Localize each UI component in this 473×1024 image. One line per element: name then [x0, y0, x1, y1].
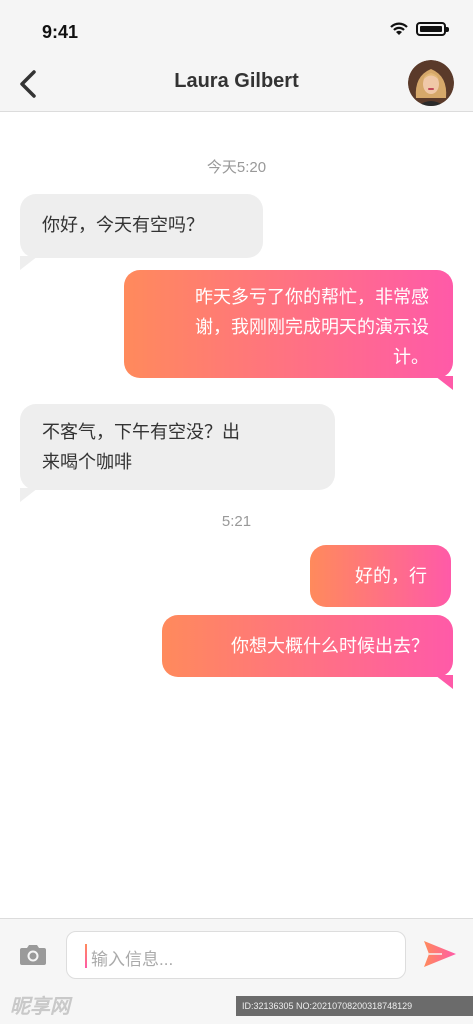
message-line: 好的，行 [355, 566, 427, 586]
input-placeholder: 输入信息... [91, 950, 174, 969]
send-icon[interactable] [422, 939, 458, 969]
bubble-tail [20, 488, 38, 502]
message-line: 不客气，下午有空没？出 [42, 422, 240, 442]
message-line: 来喝个咖啡 [42, 452, 132, 472]
timestamp: 今天5:20 [206, 159, 267, 176]
status-bar: 9:41 [0, 0, 473, 56]
message-line: 你想大概什么时候出去？ [231, 636, 429, 656]
message-line: 你好，今天有空吗？ [42, 215, 204, 235]
avatar[interactable] [408, 60, 454, 106]
nav-bar: Laura Gilbert [0, 56, 473, 112]
text-caret [85, 944, 87, 968]
message-bubble-outgoing: 昨天多亏了你的帮忙，非常感 谢，我刚刚完成明天的演示设 计。 [124, 270, 453, 378]
watermark-id: ID:32136305 NO:20210708200318748129 [236, 996, 473, 1016]
camera-icon[interactable] [18, 943, 48, 967]
timestamp: 5:21 [221, 513, 252, 530]
message-line: 计。 [393, 347, 429, 367]
message-input[interactable]: 输入信息... [66, 931, 406, 979]
message-line: 谢，我刚刚完成明天的演示设 [195, 317, 429, 337]
message-line: 昨天多亏了你的帮忙，非常感 [195, 287, 429, 307]
bubble-tail [435, 376, 453, 390]
message-bubble-incoming: 你好，今天有空吗？ [20, 194, 263, 258]
battery-icon [416, 22, 449, 36]
bubble-tail [435, 675, 453, 689]
message-bubble-incoming: 不客气，下午有空没？出 来喝个咖啡 [20, 404, 335, 490]
status-time: 9:41 [42, 22, 79, 42]
wifi-icon [390, 22, 408, 35]
contact-name: Laura Gilbert [174, 70, 299, 92]
message-bubble-outgoing: 好的，行 [310, 545, 451, 607]
watermark-logo: 昵享网 [10, 996, 70, 1018]
bubble-tail [20, 256, 38, 270]
message-bubble-outgoing: 你想大概什么时候出去？ [162, 615, 453, 677]
